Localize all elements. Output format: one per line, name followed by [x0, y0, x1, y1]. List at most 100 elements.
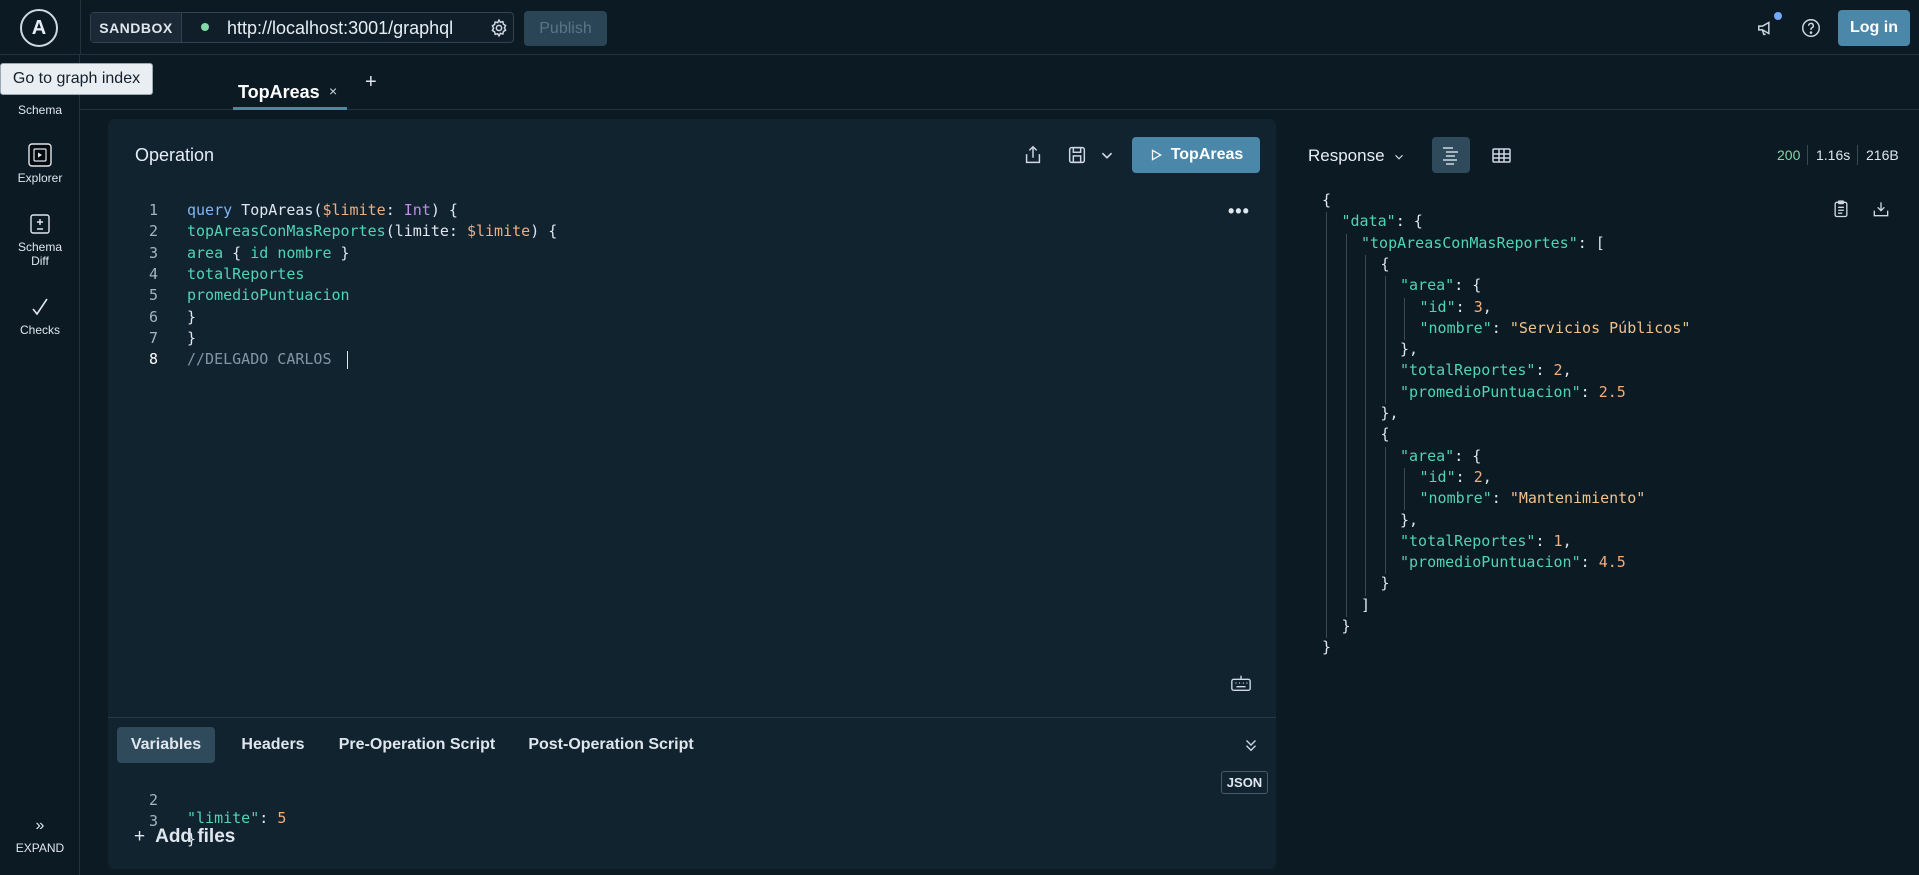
- json-line: "promedioPuntuacion": 2.5: [1400, 382, 1626, 401]
- line-number: 1: [148, 201, 158, 219]
- json-line: },: [1400, 340, 1419, 359]
- json-view-button[interactable]: [1432, 137, 1470, 173]
- download-icon[interactable]: [1871, 199, 1891, 219]
- response-label[interactable]: Response: [1308, 146, 1385, 166]
- code-text: topAreasConMasReportes(limite: $limite) …: [187, 222, 558, 241]
- share-icon[interactable]: [1022, 144, 1044, 166]
- sidebar-item-checks[interactable]: Checks: [0, 295, 80, 337]
- keyboard-icon[interactable]: [1230, 672, 1252, 694]
- code-text: }: [187, 307, 197, 326]
- json-line: "data": {: [1341, 212, 1423, 231]
- tab-toparea[interactable]: TopAreas ×: [233, 75, 347, 110]
- tab-pre-operation-script[interactable]: Pre-Operation Script: [326, 727, 508, 763]
- close-icon[interactable]: ×: [329, 83, 337, 99]
- chevron-down-icon[interactable]: [1096, 144, 1118, 166]
- code-line[interactable]: 7}: [108, 329, 1008, 350]
- notification-dot: [1774, 12, 1782, 20]
- sidebar-item-label-2: Diff: [31, 254, 49, 268]
- line-number: 6: [148, 307, 158, 326]
- expand-label: EXPAND: [15, 841, 65, 855]
- sidebar-expand-button[interactable]: » EXPAND: [0, 817, 80, 855]
- divider: [1807, 145, 1808, 165]
- json-line: "area": {: [1400, 276, 1482, 295]
- response-panel: Response 200 1.16s 216B {"data": {"topAr…: [1290, 119, 1919, 869]
- plus-icon: +: [134, 826, 146, 847]
- sandbox-badge: SANDBOX: [91, 13, 182, 42]
- code-text: query TopAreas($limite: Int) {: [187, 201, 458, 219]
- sidebar-item-schema-diff[interactable]: Schema Diff: [0, 212, 80, 268]
- sidebar-item-schema[interactable]: Schema: [0, 103, 80, 117]
- json-line: ]: [1361, 595, 1371, 614]
- explorer-icon: [28, 143, 52, 167]
- code-line[interactable]: 5 promedioPuntuacion: [108, 286, 1008, 307]
- tab-bar: TopAreas × +: [80, 55, 1919, 110]
- json-line: {: [1380, 254, 1390, 273]
- json-line: {: [1380, 425, 1390, 444]
- tab-headers[interactable]: Headers: [231, 727, 315, 763]
- json-line: "promedioPuntuacion": 4.5: [1400, 553, 1626, 572]
- json-line: "nombre": "Servicios Públicos": [1419, 318, 1691, 337]
- publish-button[interactable]: Publish: [524, 11, 607, 46]
- sidebar-item-label: Checks: [19, 323, 60, 337]
- code-line[interactable]: 8 //DELGADO CARLOS: [108, 350, 1008, 371]
- json-line: }: [1380, 574, 1390, 593]
- json-line: }: [1322, 638, 1332, 657]
- json-badge[interactable]: JSON: [1221, 771, 1268, 794]
- gear-icon[interactable]: [489, 18, 509, 38]
- divider: [80, 0, 81, 55]
- code-text: }: [187, 328, 197, 347]
- operation-title: Operation: [135, 145, 215, 165]
- tab-label: TopAreas: [238, 82, 320, 102]
- run-operation-button[interactable]: TopAreas: [1132, 137, 1260, 173]
- double-chevron-right-icon: »: [35, 817, 45, 834]
- json-line: }: [1341, 617, 1351, 635]
- chevron-down-icon[interactable]: [1392, 150, 1406, 164]
- endpoint-box[interactable]: SANDBOX http://localhost:3001/graphql: [90, 12, 514, 43]
- code-line[interactable]: 4 totalReportes: [108, 265, 1008, 286]
- json-line: "nombre": "Mantenimiento": [1419, 489, 1646, 508]
- add-files-button[interactable]: + Add files: [134, 826, 235, 848]
- json-line: "totalReportes": 2,: [1400, 361, 1572, 380]
- sidebar-item-label: Explorer: [17, 171, 63, 185]
- code-line[interactable]: 1 query TopAreas($limite: Int) {: [108, 201, 1008, 222]
- schema-diff-icon: [30, 214, 50, 234]
- collapse-icon[interactable]: [1242, 736, 1260, 754]
- help-icon[interactable]: [1800, 17, 1822, 39]
- left-sidebar: Schema Explorer Schema Diff Checks » EXP…: [0, 55, 80, 875]
- indent-guide: [1384, 276, 1386, 404]
- line-number: 5: [148, 286, 158, 305]
- line-number: 7: [148, 328, 158, 347]
- indent-guide: [1326, 212, 1327, 639]
- megaphone-icon[interactable]: [1756, 17, 1778, 39]
- code-line[interactable]: 2 topAreasConMasReportes(limite: $limite)…: [108, 222, 1008, 243]
- table-icon: [1492, 148, 1511, 163]
- text-caret: [346, 350, 348, 369]
- json-line: "topAreasConMasReportes": [: [1361, 233, 1605, 252]
- save-icon[interactable]: [1066, 144, 1088, 166]
- apollo-logo[interactable]: A: [20, 9, 58, 47]
- operation-panel: Operation TopAreas ••• 1 query TopAreas($…: [108, 119, 1276, 869]
- divider: [1857, 145, 1858, 165]
- more-options-icon[interactable]: •••: [1228, 201, 1250, 222]
- clipboard-icon[interactable]: [1831, 199, 1851, 219]
- table-view-button[interactable]: [1482, 137, 1520, 173]
- json-line: "totalReportes": 1,: [1400, 531, 1572, 550]
- status-code: 200: [1777, 147, 1801, 163]
- logo-letter: A: [31, 16, 47, 39]
- endpoint-url-input[interactable]: http://localhost:3001/graphql: [227, 18, 477, 39]
- run-button-label: TopAreas: [1170, 146, 1244, 163]
- tab-variables[interactable]: Variables: [117, 727, 215, 763]
- tab-post-operation-script[interactable]: Post-Operation Script: [516, 727, 706, 763]
- variable-line[interactable]: 2 "limite": 5: [108, 773, 508, 827]
- login-button[interactable]: Log in: [1838, 10, 1910, 46]
- code-line[interactable]: 3 area { id nombre }: [108, 244, 1008, 265]
- checks-icon: [32, 298, 48, 316]
- sidebar-item-explorer[interactable]: Explorer: [0, 143, 80, 185]
- indent-guide: [1365, 254, 1366, 596]
- play-icon: [1151, 149, 1162, 161]
- code-line[interactable]: 6}: [108, 308, 1008, 329]
- add-tab-button[interactable]: +: [365, 71, 377, 94]
- line-number: 2: [148, 222, 158, 241]
- json-line: {: [1322, 191, 1332, 209]
- variable-line[interactable]: 3 }: [108, 794, 508, 848]
